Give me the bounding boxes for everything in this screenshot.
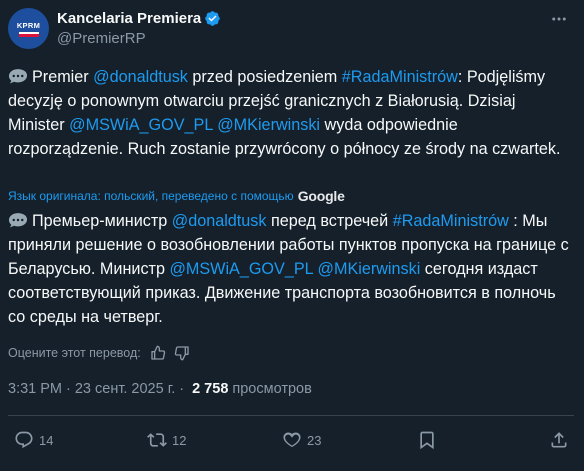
thumbs-up-icon[interactable] bbox=[150, 345, 166, 361]
mention-mkierwinski[interactable]: @MKierwinski bbox=[318, 260, 421, 278]
meta-separator: · bbox=[179, 381, 185, 397]
mention-mswia[interactable]: @MSWiA_GOV_PL bbox=[169, 260, 313, 278]
avatar-logo-text: KPRM bbox=[16, 20, 41, 30]
mention-mswia[interactable]: @MSWiA_GOV_PL bbox=[69, 116, 213, 134]
original-segment: Premier bbox=[32, 68, 94, 86]
translated-segment: перед встречей bbox=[266, 212, 393, 230]
mention-mkierwinski[interactable]: @MKierwinski bbox=[217, 116, 320, 134]
mention-donaldtusk[interactable]: @donaldtusk bbox=[172, 212, 267, 230]
tweet-time[interactable]: 3:31 PM bbox=[8, 381, 62, 397]
translation-note-text: Язык оригинала: польский, переведено с п… bbox=[8, 189, 294, 203]
share-icon bbox=[551, 432, 567, 448]
avatar[interactable]: KPRM bbox=[8, 8, 49, 49]
repost-icon bbox=[147, 433, 167, 447]
views-label: просмотров bbox=[232, 381, 312, 397]
like-count: 23 bbox=[307, 432, 322, 448]
translated-segment: Премьер-министр bbox=[32, 212, 172, 230]
meta-separator: · bbox=[66, 381, 71, 397]
tweet-translated-text: Премьер-министр @donaldtusk перед встреч… bbox=[8, 209, 572, 329]
repost-count: 12 bbox=[172, 432, 187, 448]
mention-donaldtusk[interactable]: @donaldtusk bbox=[93, 68, 188, 86]
action-bar: 14 12 23 bbox=[0, 430, 584, 456]
views-count: 2 758 bbox=[192, 381, 229, 397]
bookmark-button[interactable] bbox=[417, 430, 437, 450]
flag-icon bbox=[18, 31, 39, 37]
google-logo: Google bbox=[297, 188, 345, 204]
reply-icon bbox=[15, 431, 33, 449]
bookmark-icon bbox=[420, 431, 434, 450]
hashtag-radaministrow[interactable]: #RadaMinistrów bbox=[342, 68, 458, 86]
translation-note[interactable]: Язык оригинала: польский, переведено с п… bbox=[8, 188, 345, 204]
verified-badge-icon bbox=[205, 11, 221, 26]
thumbs-down-icon[interactable] bbox=[174, 345, 190, 361]
rate-translation: Оцените этот перевод: bbox=[8, 345, 190, 361]
original-segment: przed posiedzeniem bbox=[187, 68, 342, 86]
rate-translation-label: Оцените этот перевод: bbox=[8, 346, 141, 360]
more-options-icon[interactable] bbox=[548, 8, 570, 30]
repost-button[interactable]: 12 bbox=[147, 430, 186, 450]
divider bbox=[8, 415, 574, 416]
tweet-meta: 3:31 PM · 23 сент. 2025 г. · 2 758 просм… bbox=[8, 381, 312, 397]
author-name-row: Kancelaria Premiera bbox=[57, 10, 221, 27]
author-handle[interactable]: @PremierRP bbox=[57, 30, 146, 47]
author-name[interactable]: Kancelaria Premiera bbox=[57, 10, 201, 27]
speech-bubble-icon bbox=[8, 213, 28, 228]
like-button[interactable]: 23 bbox=[282, 430, 321, 450]
heart-icon bbox=[283, 432, 301, 448]
reply-button[interactable]: 14 bbox=[14, 430, 53, 450]
speech-bubble-icon bbox=[8, 69, 28, 84]
tweet-date[interactable]: 23 сент. 2025 г. bbox=[75, 381, 175, 397]
hashtag-radaministrow[interactable]: #RadaMinistrów bbox=[393, 212, 509, 230]
share-button[interactable] bbox=[549, 430, 569, 450]
tweet-original-text: Premier @donaldtusk przed posiedzeniem #… bbox=[8, 65, 572, 161]
reply-count: 14 bbox=[39, 432, 54, 448]
tweet-header: KPRM Kancelaria Premiera @PremierRP bbox=[8, 8, 574, 52]
